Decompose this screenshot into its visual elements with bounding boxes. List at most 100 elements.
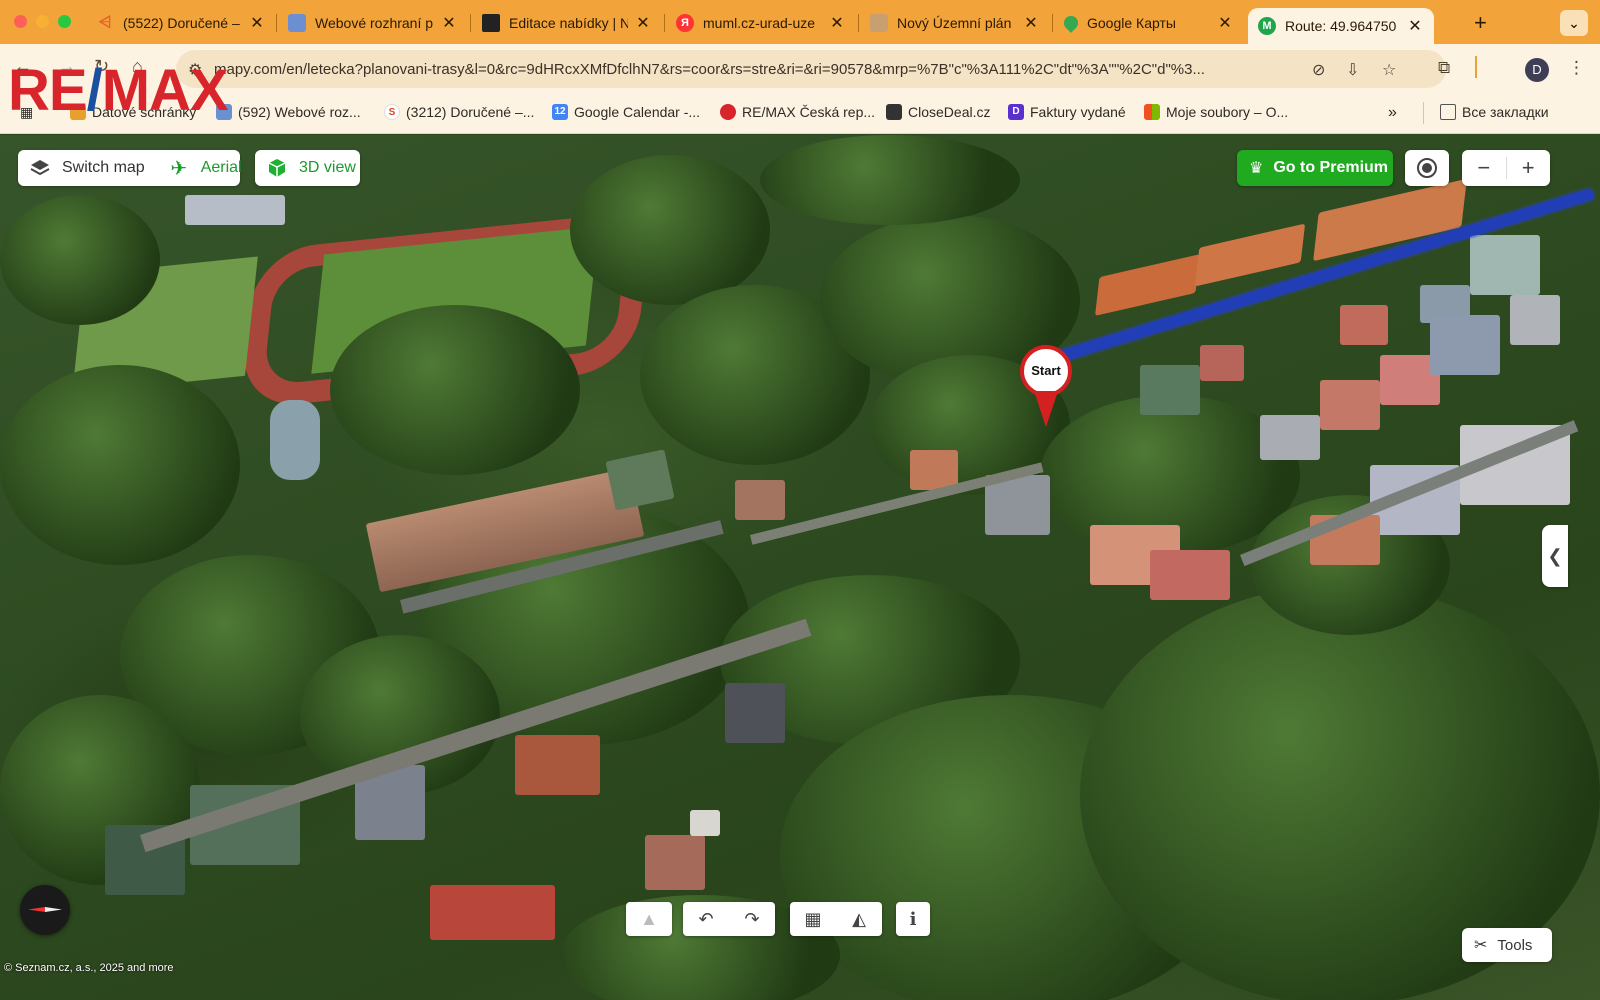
tab-close-icon[interactable]: ✕ (1216, 13, 1234, 33)
switch-map-button[interactable]: Switch map (18, 150, 157, 186)
rotate-right-icon[interactable]: ↷ (729, 902, 775, 936)
rotate-controls: ↶ ↷ (683, 902, 775, 936)
all-bookmarks[interactable]: Все закладки (1440, 104, 1549, 120)
airplane-icon: ✈ (170, 157, 188, 180)
info-button[interactable]: i (896, 902, 930, 936)
browser-tab-active[interactable]: M Route: 49.964750 ✕ (1248, 8, 1434, 44)
install-app-icon[interactable]: ⇩ (1346, 60, 1359, 80)
bookmark-item[interactable]: (592) Webové roz... (216, 104, 361, 120)
start-marker[interactable]: Start (1020, 345, 1072, 435)
view-3d-button[interactable]: 3D view (255, 150, 368, 186)
pavilion (270, 400, 320, 480)
house (1260, 415, 1320, 460)
new-tab-button[interactable]: + (1474, 10, 1487, 36)
house (1430, 315, 1500, 375)
tools-wrench-icon: ✂ (1474, 937, 1488, 954)
house (690, 810, 720, 836)
address-bar[interactable]: ⚙ mapy.com/en/letecka?planovani-trasy&l=… (176, 50, 1446, 88)
profile-avatar[interactable]: D (1525, 58, 1549, 82)
tools-button[interactable]: ✂ Tools (1462, 928, 1552, 962)
chevron-left-icon: ❮ (1547, 546, 1563, 566)
map-type-controls: Switch map ✈ Aerial (18, 150, 242, 186)
tab-search-button[interactable]: ⌄ (1560, 10, 1588, 36)
my-location-button[interactable] (1405, 150, 1449, 186)
view-3d-control: 3D view (255, 150, 360, 186)
tab-close-icon[interactable]: ✕ (828, 13, 846, 33)
zoom-out-button[interactable]: − (1462, 150, 1506, 186)
info-control: i (896, 902, 930, 936)
bookmark-item[interactable]: RE/MAX Česká rep... (720, 104, 875, 120)
tab-close-icon[interactable]: ✕ (440, 13, 458, 33)
minimize-window-button[interactable] (36, 15, 49, 28)
house (515, 735, 600, 795)
menu-kebab-icon[interactable]: ⋮ (1568, 58, 1585, 78)
bookmark-item[interactable]: Moje soubory – O... (1144, 104, 1288, 120)
bookmarks-overflow-icon[interactable]: » (1388, 104, 1397, 122)
tab-close-icon[interactable]: ✕ (248, 13, 266, 33)
terrain-icon[interactable]: ▲ (626, 902, 672, 936)
seznam-icon: S (384, 104, 400, 120)
house (735, 480, 785, 520)
bookmark-item[interactable]: 12 Google Calendar -... (552, 104, 700, 120)
bookmark-star-icon[interactable]: ☆ (1382, 60, 1396, 80)
url-text[interactable]: mapy.com/en/letecka?planovani-trasy&l=0&… (214, 61, 1314, 78)
closedeal-icon (886, 104, 902, 120)
zoom-in-button[interactable]: + (1506, 150, 1550, 186)
browser-tab[interactable]: Nový Územní plán ✕ (860, 6, 1050, 40)
browser-tab[interactable]: Webové rozhraní p ✕ (278, 6, 468, 40)
house (430, 885, 555, 940)
zoom-controls: − + (1462, 150, 1550, 186)
browser-tab[interactable]: Google Карты ✕ (1054, 6, 1244, 40)
bookmarks-bar: ▦ Datové schránky (592) Webové roz... S(… (0, 92, 1600, 134)
browser-tab-bar: ⩤ (5522) Doručené – ✕ Webové rozhraní p … (0, 0, 1600, 44)
mapy-icon: M (1258, 17, 1276, 35)
bookmarks-divider (1423, 102, 1424, 124)
house (1340, 305, 1388, 345)
building-icon (870, 14, 888, 32)
terrain-control: ▲ (626, 902, 672, 936)
tab-close-icon[interactable]: ✕ (1022, 13, 1040, 33)
close-window-button[interactable] (14, 15, 27, 28)
maps-pin-icon (1061, 13, 1081, 33)
maximize-window-button[interactable] (58, 15, 71, 28)
bookmark-item[interactable]: CloseDeal.cz (886, 104, 990, 120)
house (185, 195, 285, 225)
layers-icon (30, 158, 50, 178)
house (725, 683, 785, 743)
aerial-button[interactable]: ✈ Aerial (157, 150, 254, 186)
tracking-protection-icon[interactable]: ⊘ (1312, 60, 1325, 80)
tennis-court (1194, 223, 1306, 287)
house (1200, 345, 1244, 381)
tab-close-icon[interactable]: ✕ (634, 13, 652, 33)
rotate-left-icon[interactable]: ↶ (683, 902, 729, 936)
calendar-icon: 12 (552, 104, 568, 120)
go-to-premium-button[interactable]: ♛ Go to Premium (1237, 150, 1393, 186)
tab-close-icon[interactable]: ✕ (1406, 16, 1424, 36)
browser-tab[interactable]: ⩤ (5522) Doručené – ✕ (86, 6, 276, 40)
folder-icon (1440, 104, 1456, 120)
bookmark-item[interactable]: D Faktury vydané (1008, 104, 1126, 120)
compass-icon[interactable] (20, 885, 70, 935)
toolbar-divider (1475, 56, 1477, 78)
expand-panel-button[interactable]: ❮ (1542, 525, 1568, 587)
mail-icon: ⩤ (98, 14, 112, 31)
top-view-grid-icon[interactable]: ▦ (790, 902, 836, 936)
browser-toolbar: ← → ↻ ⌂ ⚙ mapy.com/en/letecka?planovani-… (0, 44, 1600, 92)
marker-pin-icon (1034, 391, 1058, 427)
extensions-icon[interactable]: ⧉ (1438, 58, 1450, 78)
location-target-icon (1417, 158, 1437, 178)
bookmark-item[interactable]: S (3212) Doručené –... (384, 104, 534, 120)
cube-3d-icon (267, 158, 287, 178)
tilt-perspective-icon[interactable]: ◭ (836, 902, 882, 936)
microsoft-icon (1144, 104, 1160, 120)
view-angle-controls: ▦ ◭ (790, 902, 882, 936)
aerial-map[interactable]: Start (0, 135, 1600, 1000)
document-icon (482, 14, 500, 32)
browser-tab[interactable]: Я muml.cz-urad-uze ✕ (666, 6, 856, 40)
house (645, 835, 705, 890)
cube-icon (288, 14, 306, 32)
house (1470, 235, 1540, 295)
green-roof-building (605, 449, 675, 511)
browser-tab[interactable]: Editace nabídky | N ✕ (472, 6, 662, 40)
house (1510, 295, 1560, 345)
